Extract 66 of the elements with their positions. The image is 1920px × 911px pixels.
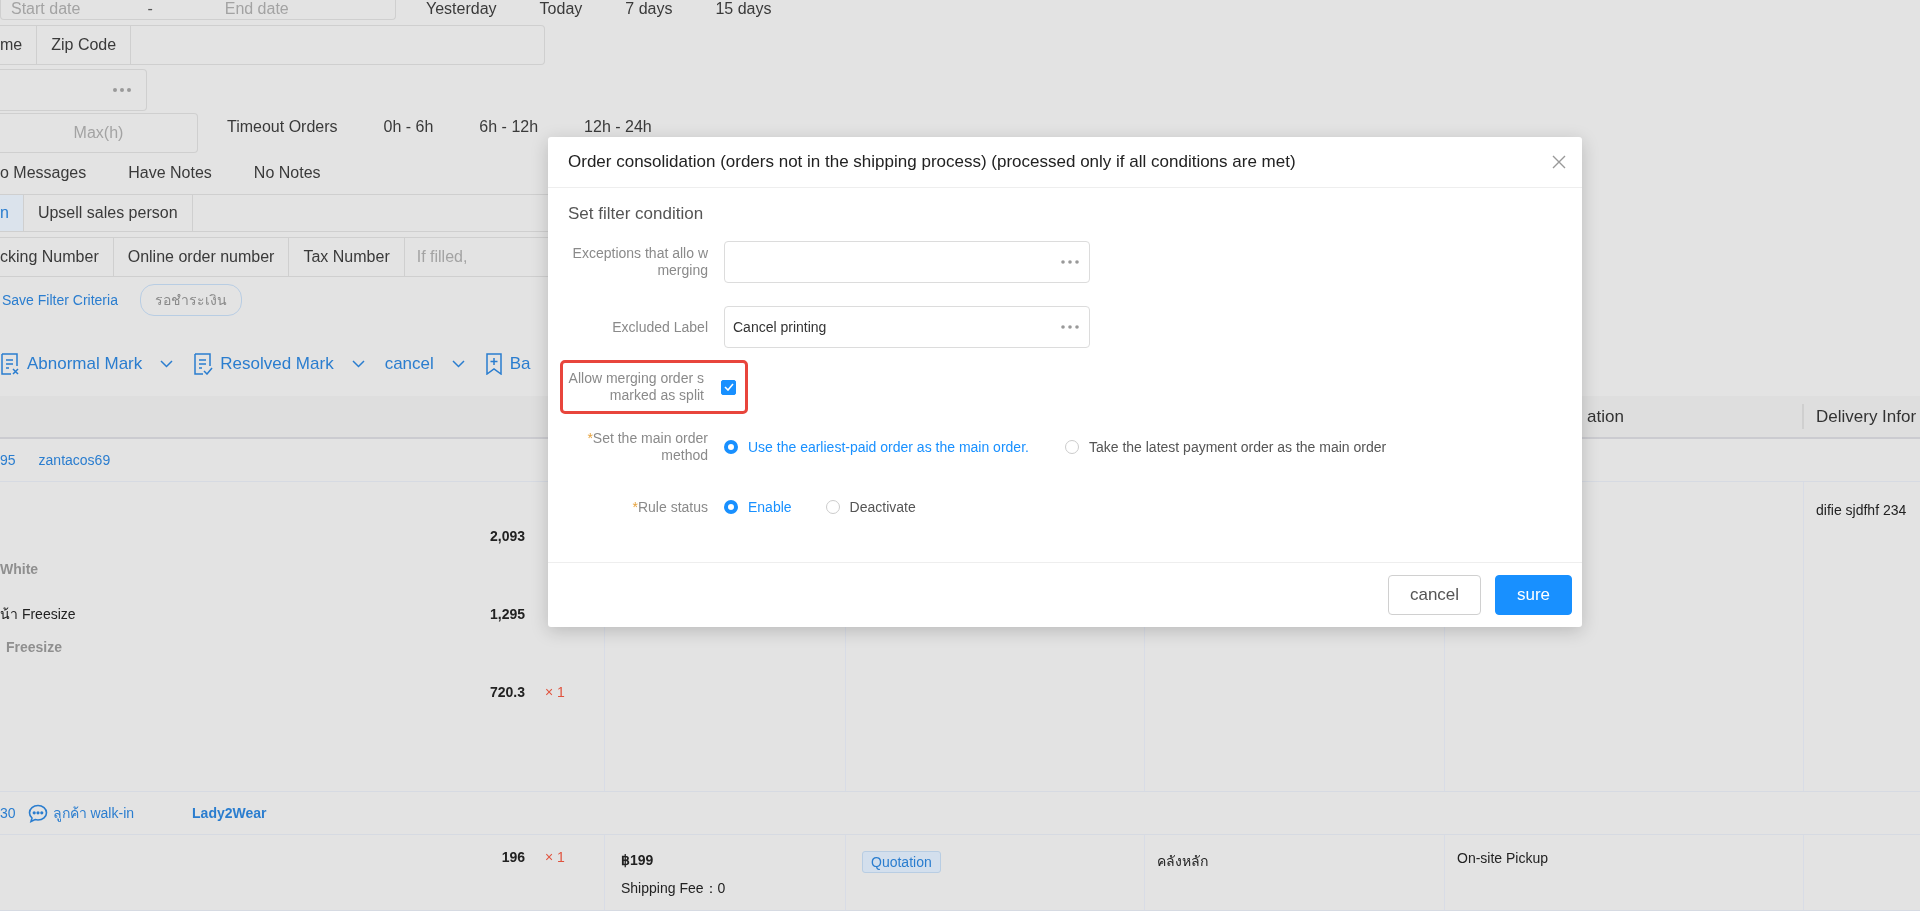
product-name: น้า Freesize (0, 604, 76, 624)
notes-option[interactable]: o Messages (0, 164, 87, 182)
order-total: ฿199 (621, 852, 655, 868)
radio-option[interactable]: Take the latest payment order as the main order (1064, 439, 1387, 455)
date-shortcut[interactable]: Yesterday (426, 0, 497, 18)
item-quantity: × 1 (545, 848, 565, 865)
cancel-button[interactable]: cancel (1388, 575, 1481, 615)
field-label: *Set the main order method (586, 430, 708, 464)
chevron-down-icon (160, 360, 174, 368)
timeout-orders-label: Timeout Orders (227, 118, 338, 136)
date-shortcut[interactable]: 7 days (625, 0, 673, 18)
more-icon (112, 87, 132, 93)
select-field[interactable] (724, 241, 1090, 283)
checkbox[interactable] (721, 379, 736, 395)
more-icon (1061, 260, 1079, 264)
item-price: 1,295 (488, 605, 525, 622)
delivery-info: difie sjdfhf 234 (1816, 502, 1908, 518)
timeout-option[interactable]: 0h - 6h (383, 118, 434, 136)
field-label: Allow merging order s marked as split (567, 370, 704, 404)
field-label: *Rule status (631, 498, 708, 516)
timeout-option[interactable]: 12h - 24h (584, 118, 652, 136)
product-variant: White (0, 560, 39, 577)
shipping-fee: Shipping Fee：0 (621, 880, 727, 898)
document-cross-icon (0, 353, 20, 375)
bookmark-plus-icon (484, 353, 503, 375)
item-price: 196 (500, 848, 525, 865)
item-price: 720.3 (488, 683, 525, 700)
item-price: 2,093 (488, 527, 525, 544)
number-type-tab[interactable]: Online order number (113, 237, 290, 277)
order-number: 30 (0, 805, 16, 821)
close-icon[interactable] (1552, 155, 1566, 169)
product-variant: Freesize (6, 638, 63, 655)
radio-option[interactable]: Deactivate (825, 499, 916, 515)
date-shortcut[interactable]: Today (539, 0, 583, 18)
notes-option[interactable]: Have Notes (128, 164, 212, 182)
column-header: ation (1587, 406, 1624, 427)
field-type-tab[interactable]: Zip Code (37, 25, 132, 65)
number-type-tab[interactable]: cking Number (0, 237, 114, 277)
chevron-down-icon (351, 360, 365, 368)
section-title: Set filter condition (568, 203, 705, 225)
field-label: Excluded Label (611, 318, 708, 336)
start-date-placeholder: Start date (11, 0, 81, 18)
number-type-tab[interactable]: Tax Number (289, 237, 405, 277)
item-quantity: × 1 (545, 683, 565, 700)
dialog-title: Order consolidation (orders not in the shipping process) (processed only if all conditions are met) (568, 152, 1296, 172)
field-label: Exceptions that allo w merging (571, 245, 708, 279)
select-field[interactable]: Cancel printing (724, 306, 1090, 348)
timeout-option[interactable]: 6h - 12h (479, 118, 539, 136)
end-date-placeholder: End date (224, 0, 289, 18)
date-shortcut[interactable]: 15 days (715, 0, 772, 18)
field-type-tab[interactable]: me (0, 25, 38, 65)
chevron-down-icon (451, 360, 465, 368)
document-check-icon (193, 353, 214, 375)
chat-icon (27, 803, 48, 823)
date-range-field[interactable]: Start date - End date (0, 0, 396, 20)
person-type-tab[interactable]: Upsell sales person (23, 194, 193, 232)
select-field[interactable] (0, 69, 147, 111)
more-icon (1061, 325, 1079, 329)
column-header: Delivery Infor (1816, 406, 1917, 427)
buyer-note: ลูกค้า walk-in (52, 804, 135, 824)
order-tag: Quotation (862, 851, 941, 873)
order-number: 95 (0, 452, 16, 468)
warehouse-name: คลังหลัก (1157, 852, 1209, 871)
delivery-method: On-site Pickup (1457, 850, 1550, 866)
notes-option[interactable]: No Notes (253, 164, 321, 182)
date-separator: - (147, 0, 153, 18)
